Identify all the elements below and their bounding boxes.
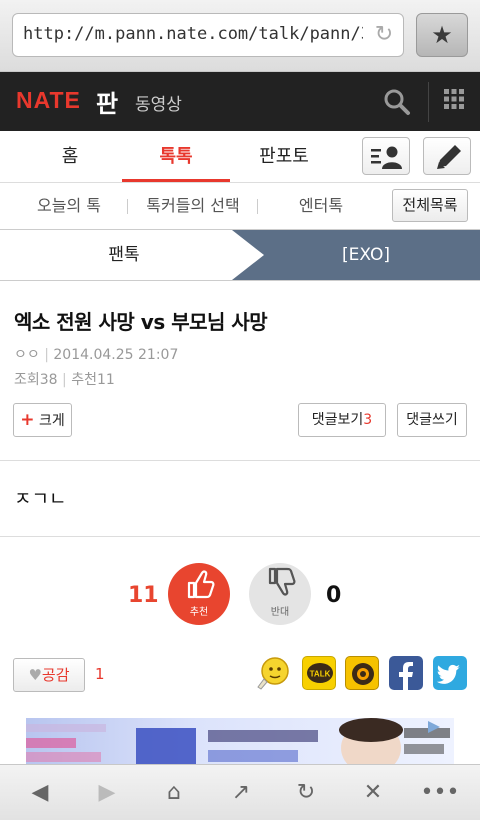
subnav-entertalk[interactable]: 엔터톡	[262, 183, 380, 230]
nate-logo[interactable]: NATE	[16, 87, 81, 114]
post-recommends: 추천11	[71, 372, 115, 388]
breadcrumb: 팬톡 [EXO]	[0, 230, 480, 281]
sympathy-button[interactable]: ♥공감	[13, 658, 85, 692]
emoticon-share-icon[interactable]	[256, 656, 290, 690]
search-icon[interactable]	[382, 87, 412, 117]
downvote-button[interactable]: 반대	[249, 563, 311, 625]
kakaotalk-text: TALK	[310, 670, 331, 679]
upvote-count: 11	[128, 583, 159, 608]
subnav-separator	[127, 199, 128, 214]
sympathy-count: 1	[95, 665, 105, 683]
tab-pannphoto[interactable]: 판포토	[230, 131, 338, 183]
tab-home[interactable]: 홈	[16, 131, 124, 183]
sympathy-label: 공감	[41, 666, 70, 684]
forward-icon[interactable]: ▶	[77, 765, 137, 820]
browser-bottom-bar: ◀ ▶ ⌂ ↗ ↻ ✕ •••	[0, 764, 480, 820]
write-comment-button[interactable]: 댓글쓰기	[397, 403, 467, 437]
ad-graphic	[26, 718, 450, 764]
meta-separator: |	[44, 347, 54, 363]
reload-icon[interactable]: ↻	[371, 22, 397, 48]
downvote-count: 0	[326, 583, 342, 608]
facebook-share-icon[interactable]	[389, 656, 423, 690]
downvote-label: 반대	[270, 607, 290, 618]
back-icon[interactable]: ◀	[10, 765, 70, 820]
view-comments-label: 댓글보기	[311, 412, 364, 428]
close-icon[interactable]: ✕	[343, 765, 403, 820]
menu-grid-icon[interactable]	[444, 89, 464, 109]
comment-count: 3	[363, 412, 373, 428]
browser-toolbar: http://m.pann.nate.com/talk/pann/3 ↻ ★	[0, 0, 480, 72]
more-icon[interactable]: •••	[410, 765, 470, 820]
active-tab-indicator	[122, 179, 230, 182]
post-views: 조회38	[14, 372, 58, 388]
kakaotalk-share-icon[interactable]: TALK	[302, 656, 336, 690]
enlarge-label: 크게	[38, 413, 65, 429]
pann-title[interactable]: 판	[96, 84, 118, 119]
post-author: ㅇㅇ	[14, 347, 40, 363]
twitter-share-icon[interactable]	[433, 656, 467, 690]
pencil-icon	[437, 145, 461, 169]
post-meta-stats: 조회38 | 추천11	[14, 369, 115, 389]
sub-nav: 오늘의 톡 톡커들의 선택 엔터톡 전체목록	[0, 183, 480, 230]
breadcrumb-fantalk[interactable]: 팬톡	[0, 230, 248, 280]
enlarge-text-button[interactable]: + 크게	[13, 403, 72, 437]
meta-separator: |	[62, 372, 72, 388]
upvote-label: 추천	[189, 607, 209, 618]
my-profile-button[interactable]	[362, 137, 410, 175]
url-text[interactable]: http://m.pann.nate.com/talk/pann/3	[23, 24, 363, 48]
post-meta-author-date: ㅇㅇ | 2014.04.25 21:07	[14, 344, 178, 364]
bookmark-star-button[interactable]: ★	[416, 13, 468, 57]
refresh-icon[interactable]: ↻	[276, 765, 336, 820]
url-field[interactable]: http://m.pann.nate.com/talk/pann/3 ↻	[12, 13, 404, 57]
post-title: 엑소 전원 사망 vs 부모님 사망	[14, 310, 268, 334]
plus-icon: +	[20, 410, 35, 430]
tab-toktok[interactable]: 톡톡	[122, 131, 230, 183]
kakaostory-share-icon[interactable]	[345, 656, 379, 690]
all-list-button[interactable]: 전체목록	[392, 189, 468, 222]
video-link[interactable]: 동영상	[135, 90, 182, 115]
profile-list-icon	[371, 146, 402, 169]
divider	[0, 536, 480, 537]
thumbs-down-icon	[268, 567, 296, 596]
advertisement-banner[interactable]	[26, 718, 454, 764]
heart-icon: ♥	[28, 666, 42, 684]
header-divider	[428, 82, 429, 122]
upvote-button[interactable]: 추천	[168, 563, 230, 625]
post-body: ㅈㄱㄴ	[14, 488, 67, 510]
post-datetime: 2014.04.25 21:07	[53, 347, 179, 363]
site-header: NATE 판 동영상	[0, 72, 480, 131]
subnav-today-talk[interactable]: 오늘의 톡	[14, 183, 124, 230]
breadcrumb-exo[interactable]: [EXO]	[232, 230, 480, 280]
share-icon[interactable]: ↗	[211, 765, 271, 820]
view-comments-button[interactable]: 댓글보기3	[298, 403, 386, 437]
subnav-talker-choice[interactable]: 톡커들의 선택	[132, 183, 254, 230]
home-icon[interactable]: ⌂	[144, 765, 204, 820]
divider	[0, 460, 480, 461]
main-tabs: 홈 톡톡 판포토	[0, 131, 480, 183]
thumbs-up-icon	[187, 570, 215, 599]
subnav-separator	[257, 199, 258, 214]
write-button[interactable]	[423, 137, 471, 175]
